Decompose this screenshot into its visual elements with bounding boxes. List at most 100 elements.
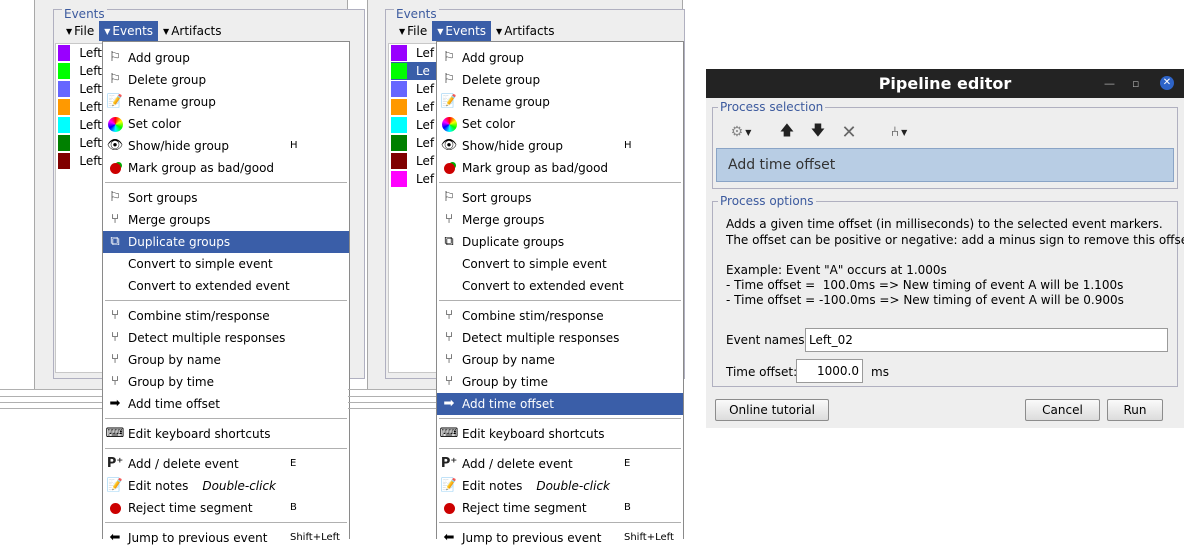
close-icon[interactable]: ✕ xyxy=(1160,76,1174,90)
menu-item-label: Combine stim/response xyxy=(462,309,604,323)
event-group-row[interactable]: Left xyxy=(58,44,102,62)
event-group-row[interactable]: Lef xyxy=(391,152,437,170)
event-group-row[interactable]: Lef xyxy=(391,44,437,62)
menu-item-combine-stim[interactable]: ⑂ Combine stim/response xyxy=(103,305,349,327)
event-group-row[interactable]: Lef xyxy=(391,116,437,134)
menu-item-reject-segment[interactable]: Reject time segment B xyxy=(103,497,349,519)
menu-item-delete-group[interactable]: ⚐ Delete group xyxy=(103,69,349,91)
file-menu[interactable]: ▼ File xyxy=(61,21,99,41)
menu-item-set-color[interactable]: Set color xyxy=(437,113,683,135)
delete-process-button[interactable]: ✕ xyxy=(839,121,859,143)
menu-item-reject-segment[interactable]: Reject time segment B xyxy=(437,497,683,519)
event-group-row[interactable]: Le xyxy=(391,62,437,80)
event-group-row[interactable]: Left xyxy=(58,116,102,134)
menu-item-set-color[interactable]: Set color xyxy=(103,113,349,135)
menu-item-rename-group[interactable]: 📝 Rename group xyxy=(103,91,349,113)
menu-item-combine-stim[interactable]: ⑂ Combine stim/response xyxy=(437,305,683,327)
bad-good-icon xyxy=(107,160,123,176)
event-groups-list[interactable]: Left Left Left Left Left Left Left xyxy=(55,43,103,373)
menu-item-detect-multiple[interactable]: ⑂ Detect multiple responses xyxy=(437,327,683,349)
event-group-row[interactable]: Lef xyxy=(391,170,437,188)
time-offset-unit: ms xyxy=(871,365,889,379)
menu-item-label: Mark group as bad/good xyxy=(128,161,275,175)
events-menu[interactable]: ▼ Events xyxy=(432,21,492,41)
red-dot-icon xyxy=(441,500,457,516)
event-group-label: Lef xyxy=(416,118,435,132)
event-group-row[interactable]: Left xyxy=(58,62,102,80)
process-selection-label: Process selection xyxy=(718,100,826,114)
pipeline-tree-button[interactable]: ⑃ ▼ xyxy=(882,121,916,143)
menu-item-add-time-offset[interactable]: ➡ Add time offset xyxy=(103,393,349,415)
menu-separator xyxy=(105,448,347,449)
menu-separator xyxy=(105,300,347,301)
menu-item-show-hide-group[interactable]: 👁 Show/hide group H xyxy=(103,135,349,157)
file-menu[interactable]: ▼ File xyxy=(394,21,432,41)
menu-item-label: Add time offset xyxy=(128,397,220,411)
menu-item-add-group[interactable]: ⚐ Add group xyxy=(437,47,683,69)
menu-item-label: Sort groups xyxy=(462,191,532,205)
menu-item-mark-bad-good[interactable]: Mark group as bad/good xyxy=(437,157,683,179)
events-menu[interactable]: ▼ Events xyxy=(99,21,159,41)
menu-item-add-delete-event[interactable]: P⁺ Add / delete event E xyxy=(103,453,349,475)
move-up-button[interactable]: 🡅 xyxy=(778,121,796,143)
run-button[interactable]: Run xyxy=(1107,399,1163,421)
menu-item-delete-group[interactable]: ⚐ Delete group xyxy=(437,69,683,91)
menu-item-jump-previous[interactable]: ⬅ Jump to previous event Shift+Left xyxy=(437,527,683,549)
event-group-row[interactable]: Lef xyxy=(391,98,437,116)
menu-item-convert-extended[interactable]: Convert to extended event xyxy=(103,275,349,297)
online-tutorial-button[interactable]: Online tutorial xyxy=(715,399,829,421)
menu-item-detect-multiple[interactable]: ⑂ Detect multiple responses xyxy=(103,327,349,349)
menu-item-hint: Double-click xyxy=(536,479,611,493)
menu-item-group-by-time[interactable]: ⑂ Group by time xyxy=(437,371,683,393)
menu-item-duplicate-groups[interactable]: ⧉ Duplicate groups xyxy=(437,231,683,253)
cancel-button[interactable]: Cancel xyxy=(1025,399,1100,421)
menu-item-sort-groups[interactable]: ⚐ Sort groups xyxy=(437,187,683,209)
menu-item-merge-groups[interactable]: ⑂ Merge groups xyxy=(103,209,349,231)
time-offset-field[interactable]: 1000.0 xyxy=(796,359,863,383)
menu-item-edit-shortcuts[interactable]: ⌨ Edit keyboard shortcuts xyxy=(437,423,683,445)
restore-icon[interactable]: ▫ xyxy=(1132,69,1139,98)
event-group-row[interactable]: Lef xyxy=(391,80,437,98)
menu-item-group-by-name[interactable]: ⑂ Group by name xyxy=(437,349,683,371)
menu-item-duplicate-groups[interactable]: ⧉ Duplicate groups xyxy=(103,231,349,253)
menu-item-group-by-name[interactable]: ⑂ Group by name xyxy=(103,349,349,371)
event-group-row[interactable]: Left xyxy=(58,152,102,170)
menu-item-rename-group[interactable]: 📝 Rename group xyxy=(437,91,683,113)
menu-item-mark-bad-good[interactable]: Mark group as bad/good xyxy=(103,157,349,179)
menu-item-add-delete-event[interactable]: P⁺ Add / delete event E xyxy=(437,453,683,475)
menu-item-group-by-time[interactable]: ⑂ Group by time xyxy=(103,371,349,393)
arrow-up-icon: 🡅 xyxy=(779,123,795,139)
menu-item-merge-groups[interactable]: ⑂ Merge groups xyxy=(437,209,683,231)
menu-item-sort-groups[interactable]: ⚐ Sort groups xyxy=(103,187,349,209)
dropdown-arrow-icon: ▼ xyxy=(66,27,73,36)
menu-item-convert-simple[interactable]: Convert to simple event xyxy=(103,253,349,275)
event-group-row[interactable]: Left xyxy=(58,134,102,152)
event-group-row[interactable]: Left xyxy=(58,98,102,116)
event-group-row[interactable]: Left xyxy=(58,80,102,98)
event-group-label: Lef xyxy=(416,172,435,186)
menu-item-add-time-offset[interactable]: ➡ Add time offset xyxy=(437,393,683,415)
menu-item-show-hide-group[interactable]: 👁 Show/hide group H xyxy=(437,135,683,157)
description-line: The offset can be positive or negative: … xyxy=(726,233,1184,247)
menu-item-add-group[interactable]: ⚐ Add group xyxy=(103,47,349,69)
menu-item-jump-previous[interactable]: ⬅ Jump to previous event Shift+Left xyxy=(103,527,349,549)
menu-item-convert-extended[interactable]: Convert to extended event xyxy=(437,275,683,297)
move-down-button[interactable]: 🡇 xyxy=(809,121,827,143)
event-group-row[interactable]: Lef xyxy=(391,134,437,152)
selected-process-item[interactable]: Add time offset xyxy=(716,148,1174,182)
menu-item-convert-simple[interactable]: Convert to simple event xyxy=(437,253,683,275)
minimize-icon[interactable]: — xyxy=(1104,69,1115,98)
bottom-divider xyxy=(348,389,438,409)
artifacts-menu[interactable]: ▼ Artifacts xyxy=(158,21,226,41)
tree-icon: ⑃ xyxy=(890,124,900,140)
menu-item-edit-shortcuts[interactable]: ⌨ Edit keyboard shortcuts xyxy=(103,423,349,445)
gear-menu-button[interactable]: ⚙ ▼ xyxy=(724,121,758,143)
dropdown-arrow-icon: ▼ xyxy=(163,27,170,36)
event-names-field[interactable]: Left_02 xyxy=(805,328,1168,352)
artifacts-menu-label: Artifacts xyxy=(504,24,555,38)
artifacts-menu[interactable]: ▼ Artifacts xyxy=(491,21,559,41)
menu-item-edit-notes[interactable]: 📝 Edit notes Double-click xyxy=(437,475,683,497)
shortcut-label: Shift+Left xyxy=(624,532,674,543)
menu-item-edit-notes[interactable]: 📝 Edit notes Double-click xyxy=(103,475,349,497)
event-groups-list[interactable]: Lef Le Lef Lef Lef Lef Lef Lef xyxy=(388,43,438,373)
